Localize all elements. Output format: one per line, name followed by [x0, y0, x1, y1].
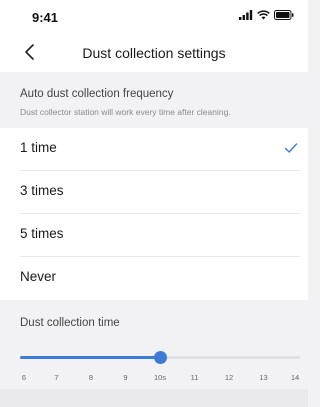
collection-time-slider-area: 6 7 8 9 10s 11 12 13 14: [0, 340, 308, 383]
frequency-section-title: Auto dust collection frequency: [20, 88, 174, 100]
page-title: Dust collection settings: [82, 45, 226, 61]
collection-time-section-header: Dust collection time: [0, 300, 308, 340]
status-icons: [239, 10, 294, 22]
collection-time-slider[interactable]: [20, 351, 300, 364]
frequency-option-never[interactable]: Never: [20, 257, 300, 300]
battery-icon: [274, 7, 294, 25]
option-label: 1 time: [20, 140, 57, 155]
slider-tick-label: 12: [224, 373, 234, 382]
wifi-icon: [257, 7, 270, 25]
status-time: 9:41: [32, 10, 59, 25]
slider-tick-labels: 6 7 8 9 10s 11 12 13 14: [20, 373, 300, 383]
status-bar: 9:41: [0, 0, 308, 34]
collection-time-title: Dust collection time: [20, 317, 120, 329]
slider-thumb[interactable]: [153, 351, 167, 364]
frequency-option-3-times[interactable]: 3 times: [20, 171, 300, 214]
navigation-bar: Dust collection settings: [0, 34, 308, 72]
option-label: Never: [20, 269, 57, 284]
frequency-section-header: Auto dust collection frequency Dust coll…: [0, 72, 308, 128]
checkmark-icon: [284, 141, 298, 155]
frequency-option-5-times[interactable]: 5 times: [20, 214, 300, 257]
option-label: 5 times: [20, 226, 64, 241]
frequency-section-subtitle: Dust collector station will work every t…: [20, 107, 231, 117]
option-label: 3 times: [20, 183, 64, 198]
frequency-option-1-time[interactable]: 1 time: [20, 128, 300, 171]
frequency-options-list: 1 time 3 times 5 times Never: [0, 128, 308, 300]
slider-tick-label: 8: [88, 373, 94, 382]
slider-tick-label: 10s: [153, 373, 167, 382]
cellular-signal-icon: [239, 7, 253, 25]
slider-tick-label: 11: [190, 373, 199, 382]
slider-tick-label: 9: [123, 373, 128, 382]
slider-tick-label: 7: [54, 373, 59, 382]
slider-fill: [20, 356, 160, 359]
slider-tick-label: 14: [290, 373, 300, 382]
slider-tick-label: 6: [21, 373, 27, 382]
slider-tick-label: 13: [259, 373, 268, 382]
bottom-section-band: [0, 389, 308, 407]
